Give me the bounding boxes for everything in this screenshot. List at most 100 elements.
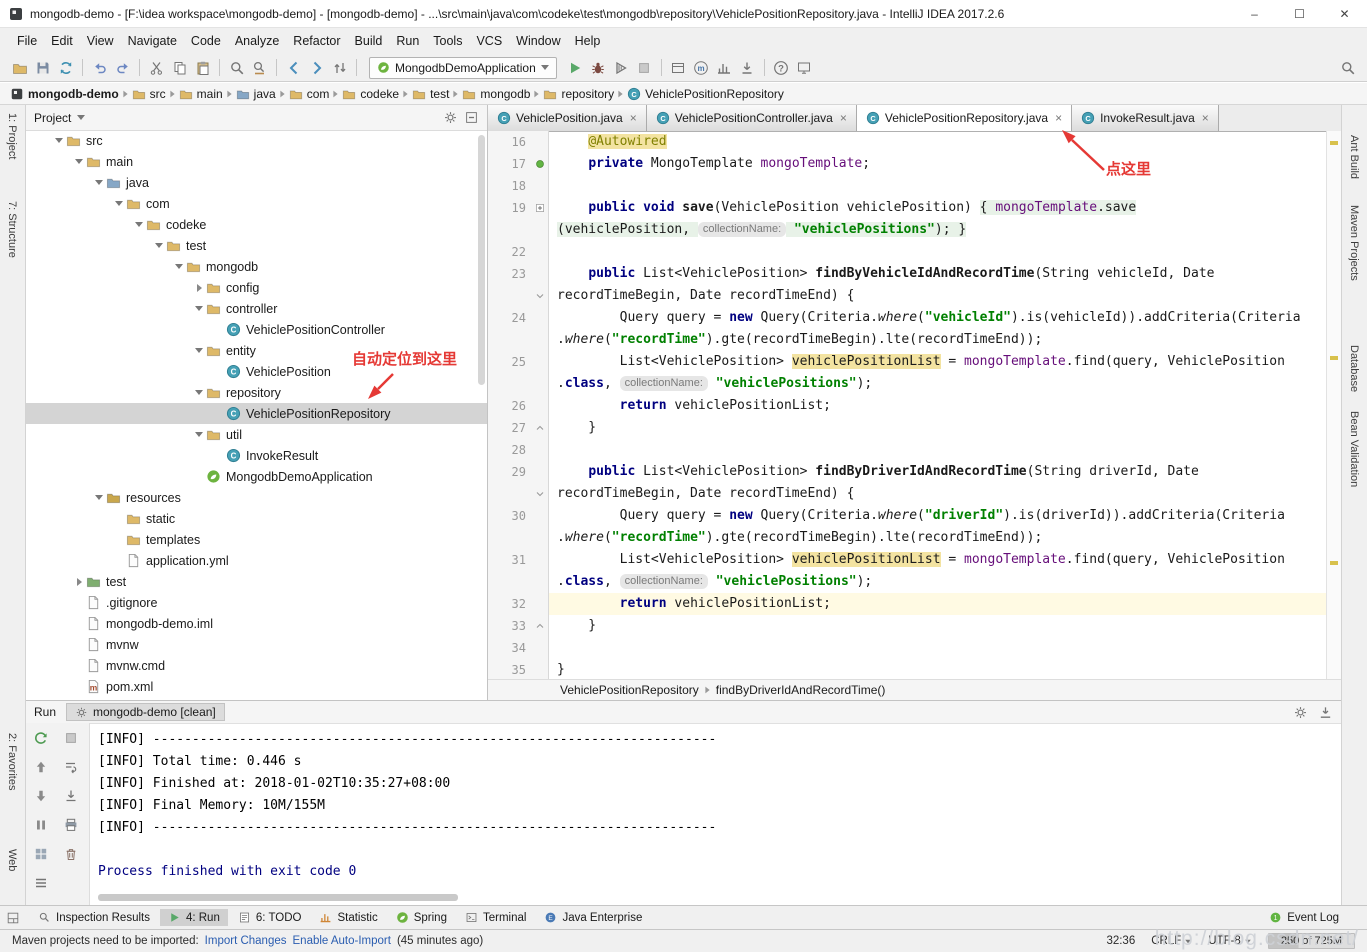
tool-button-bean-validation[interactable]: Bean Validation [1348,411,1360,487]
nav-breadcrumb-mongodb[interactable]: mongodb [462,87,530,101]
paste-button[interactable] [191,56,214,79]
tree-chevron-icon[interactable] [192,348,206,353]
down-button[interactable] [31,786,51,806]
stop-button[interactable] [633,56,656,79]
tool-button-ant-build[interactable]: Ant Build [1348,135,1360,179]
tree-item-codeke[interactable]: codeke [26,214,487,235]
tree-item-java[interactable]: java [26,172,487,193]
profiler-button[interactable] [713,56,736,79]
caret-position[interactable]: 32:36 [1106,935,1135,947]
tree-item-config[interactable]: config [26,277,487,298]
tree-item-application-yml[interactable]: application.yml [26,550,487,571]
tree-chevron-icon[interactable] [52,138,66,143]
tool-button-maven-projects[interactable]: Maven Projects [1348,205,1360,281]
toolwindow-button-6-todo[interactable]: 6: TODO [230,909,310,926]
tree-item-resources[interactable]: resources [26,487,487,508]
nav-breadcrumb-com[interactable]: com [289,87,330,101]
folddown-gutter-icon[interactable] [531,483,549,505]
foldup-gutter-icon[interactable] [531,615,549,637]
tree-item-vehiclepositioncontroller[interactable]: CVehiclePositionController [26,319,487,340]
tree-item-mvnw[interactable]: mvnw [26,634,487,655]
tree-chevron-icon[interactable] [92,495,106,500]
nav-breadcrumb-src[interactable]: src [132,87,166,101]
toolwindow-button-4-run[interactable]: 4: Run [160,909,228,926]
editor-tab-vehiclepositionrepository-java[interactable]: CVehiclePositionRepository.java× [857,105,1072,131]
tree-item-src[interactable]: src [26,130,487,151]
copy-button[interactable] [168,56,191,79]
tree-chevron-icon[interactable] [72,578,86,586]
tool-button-2-favorites[interactable]: 2: Favorites [6,733,18,790]
close-tab-icon[interactable]: × [1055,111,1062,125]
tree-item-main[interactable]: main [26,151,487,172]
up-button[interactable] [31,757,51,777]
open-button[interactable] [8,56,31,79]
tree-item-repository[interactable]: repository [26,382,487,403]
print-button[interactable] [61,815,81,835]
menu-refactor[interactable]: Refactor [286,34,347,48]
tool-button-7-structure[interactable]: 7: Structure [6,201,18,258]
download-button[interactable] [736,56,759,79]
undo-button[interactable] [88,56,111,79]
tree-item-test[interactable]: test [26,235,487,256]
error-stripe[interactable] [1326,131,1341,679]
folddown-gutter-icon[interactable] [531,285,549,307]
tree-chevron-icon[interactable] [192,390,206,395]
close-tab-icon[interactable]: × [630,111,637,125]
toolwindow-button-terminal[interactable]: Terminal [457,909,534,926]
foldup-gutter-icon[interactable] [531,417,549,439]
project-scrollbar[interactable] [478,135,485,385]
gear-icon[interactable] [443,110,458,125]
tool-button-1-project[interactable]: 1: Project [6,113,18,159]
tree-item-templates[interactable]: templates [26,529,487,550]
help-button[interactable]: ? [770,56,793,79]
nav-breadcrumb-mongodb-demo[interactable]: mongodb-demo [10,87,119,101]
chevron-down-icon[interactable] [77,115,85,120]
sync-button[interactable] [54,56,77,79]
redo-button[interactable] [111,56,134,79]
editor-tab-invokeresult-java[interactable]: CInvokeResult.java× [1072,105,1219,131]
menu-tools[interactable]: Tools [426,34,469,48]
menu-window[interactable]: Window [509,34,567,48]
box-button[interactable] [667,56,690,79]
bean-gutter-icon[interactable] [531,153,549,175]
monitor-button[interactable] [793,56,816,79]
menu-run[interactable]: Run [389,34,426,48]
replace-button[interactable] [248,56,271,79]
coverage-button[interactable] [610,56,633,79]
tree-item-static[interactable]: static [26,508,487,529]
tree-chevron-icon[interactable] [92,180,106,185]
tree-item-util[interactable]: util [26,424,487,445]
nav-fwd-button[interactable] [305,56,328,79]
code-area[interactable]: 16 @Autowired17 private MongoTemplate mo… [488,131,1327,679]
menu-edit[interactable]: Edit [44,34,80,48]
tree-chevron-icon[interactable] [192,306,206,311]
tree-chevron-icon[interactable] [152,243,166,248]
menu-vcs[interactable]: VCS [469,34,509,48]
debug-button[interactable] [587,56,610,79]
menu-analyze[interactable]: Analyze [228,34,286,48]
run-config-selector[interactable]: MongodbDemoApplication [369,57,557,79]
tree-item-controller[interactable]: controller [26,298,487,319]
maven-tool-button[interactable]: m [690,56,713,79]
maximize-button[interactable]: ☐ [1277,0,1322,28]
run-tab[interactable]: mongodb-demo [clean] [66,703,225,721]
close-button[interactable]: ✕ [1322,0,1367,28]
tool-button-web[interactable]: Web [6,849,18,871]
close-tab-icon[interactable]: × [1202,111,1209,125]
nav-breadcrumb-java[interactable]: java [236,87,276,101]
collapse-all-icon[interactable] [464,110,479,125]
menu-file[interactable]: File [10,34,44,48]
softwrap-button[interactable] [61,757,81,777]
menu-navigate[interactable]: Navigate [121,34,184,48]
tree-chevron-icon[interactable] [112,201,126,206]
tree-chevron-icon[interactable] [172,264,186,269]
nav-breadcrumb-codeke[interactable]: codeke [342,87,399,101]
import-changes-link[interactable]: Import Changes [205,935,287,947]
tree-item-com[interactable]: com [26,193,487,214]
tree-chevron-icon[interactable] [132,222,146,227]
scrollend-button[interactable] [61,786,81,806]
nav-breadcrumb-test[interactable]: test [412,87,449,101]
plus-gutter-icon[interactable] [531,197,549,219]
updown-button[interactable] [328,56,351,79]
toolwindow-switcher-icon[interactable] [6,911,20,925]
